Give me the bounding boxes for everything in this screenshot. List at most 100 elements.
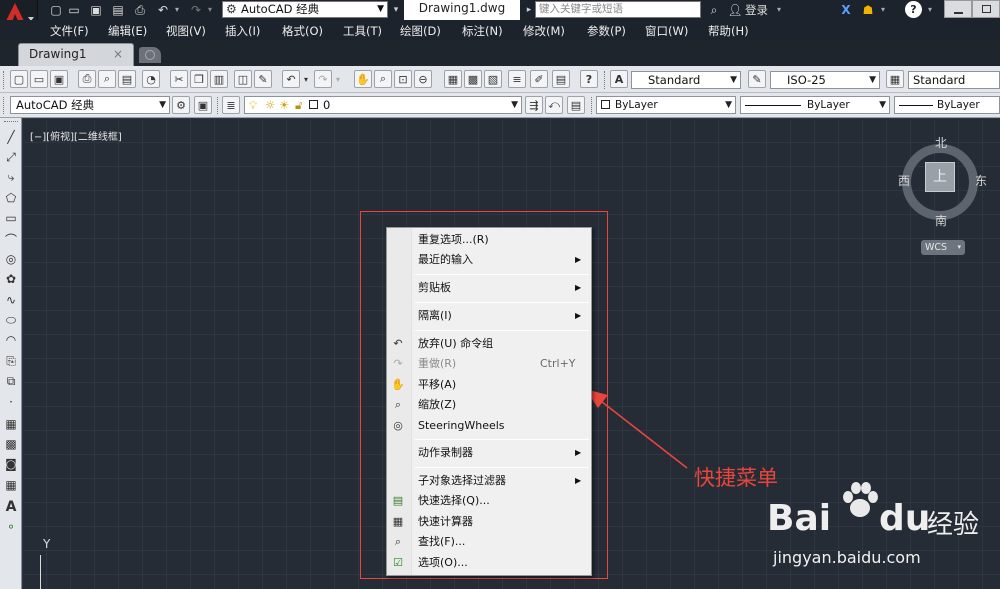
menu-help[interactable]: 帮助(H) <box>708 23 749 39</box>
table-icon[interactable]: ▦ <box>2 476 20 494</box>
arc-icon[interactable]: ⌒ <box>2 230 20 248</box>
help-icon[interactable]: ? <box>580 70 598 88</box>
quick-calc-icon[interactable]: ▤ <box>552 70 570 88</box>
menu-item-action-recorder[interactable]: 动作录制器 ▶ <box>387 443 591 463</box>
restore-button[interactable] <box>972 0 1000 18</box>
tool-palettes-icon[interactable]: ▧ <box>484 70 502 88</box>
table-style-select[interactable]: Standard <box>908 71 1000 89</box>
menu-item-zoom[interactable]: ⌕ 缩放(Z) <box>387 395 591 415</box>
pan-icon[interactable]: ✋ <box>354 70 372 88</box>
copy-icon[interactable]: ❐ <box>190 70 208 88</box>
gear-icon[interactable]: ⚙ <box>172 96 190 114</box>
color-select[interactable]: ByLayer ▼ <box>596 96 736 114</box>
menu-item-find[interactable]: ⌕ 查找(F)... <box>387 532 591 552</box>
print-icon[interactable]: ⎙ <box>132 2 148 18</box>
menu-draw[interactable]: 绘图(D) <box>400 23 441 39</box>
chevron-right-icon[interactable]: ▸ <box>524 3 534 17</box>
cut-icon[interactable]: ✂ <box>170 70 188 88</box>
save-icon[interactable]: ▣ <box>50 70 68 88</box>
chevron-down-icon[interactable]: ▾ <box>925 4 935 16</box>
text-style-select[interactable]: Standard ▼ <box>631 71 741 89</box>
design-center-icon[interactable]: ▩ <box>464 70 482 88</box>
workspace-select[interactable]: AutoCAD 经典 ▼ <box>10 96 170 114</box>
chevron-down-icon[interactable]: ▾ <box>205 4 215 16</box>
chevron-down-icon[interactable]: ▾ <box>774 4 784 16</box>
new-icon[interactable]: ▢ <box>10 70 28 88</box>
menu-view[interactable]: 视图(V) <box>166 23 206 39</box>
publish-icon[interactable]: ▤ <box>118 70 136 88</box>
gradient-icon[interactable]: ▩ <box>2 435 20 453</box>
lineweight-select[interactable]: ByLayer <box>894 96 1000 114</box>
hatch-icon[interactable]: ▦ <box>2 415 20 433</box>
paste-icon[interactable]: ▥ <box>210 70 228 88</box>
open-file-icon[interactable]: ▭ <box>66 2 82 18</box>
menu-item-clipboard[interactable]: 剪贴板 ▶ <box>387 278 591 298</box>
menu-item-steering-wheels[interactable]: ◎ SteeringWheels <box>387 416 591 436</box>
polygon-icon[interactable]: ⬠ <box>2 189 20 207</box>
layer-states-icon[interactable]: ▤ <box>567 96 585 114</box>
point-icon[interactable]: · <box>2 393 20 411</box>
workspace-settings-icon[interactable]: ▣ <box>194 96 212 114</box>
construction-line-icon[interactable]: ⤢ <box>2 148 20 166</box>
sheet-set-icon[interactable]: ≡ <box>508 70 526 88</box>
community-icon[interactable]: ☗ <box>860 2 876 18</box>
menu-parametric[interactable]: 参数(P) <box>587 23 626 39</box>
binoculars-icon[interactable]: ⌕ <box>706 2 722 18</box>
spline-icon[interactable]: ∿ <box>2 291 20 309</box>
menu-format[interactable]: 格式(O) <box>282 23 323 39</box>
properties-icon[interactable]: ▦ <box>444 70 462 88</box>
chevron-down-icon[interactable]: ▾ <box>878 4 888 16</box>
menu-item-subobject-filter[interactable]: 子对象选择过滤器 ▶ <box>387 471 591 491</box>
dim-style-select[interactable]: ISO-25 ▼ <box>770 71 880 89</box>
menu-item-repeat[interactable]: 重复选项...(R) <box>387 230 591 250</box>
multiline-text-icon[interactable]: A <box>2 498 20 516</box>
menu-item-redo[interactable]: ↷ 重做(R) Ctrl+Y <box>387 354 591 374</box>
menu-item-recent-input[interactable]: 最近的输入 ▶ <box>387 250 591 270</box>
zoom-window-icon[interactable]: ⊡ <box>394 70 412 88</box>
quick-access-dropdown-icon[interactable]: ▾ <box>390 2 402 18</box>
search-input[interactable]: 键入关键字或短语 <box>535 1 701 18</box>
zoom-previous-icon[interactable]: ⊖ <box>414 70 432 88</box>
layer-properties-icon[interactable]: ≣ <box>222 96 240 114</box>
tab-drawing1[interactable]: Drawing1 × <box>18 43 134 66</box>
polyline-icon[interactable]: ⤷ <box>2 168 20 186</box>
table-style-icon[interactable]: ▦ <box>886 70 904 88</box>
menu-item-undo[interactable]: ↶ 放弃(U) 命令组 <box>387 334 591 354</box>
3d-dwf-icon[interactable]: ◔ <box>142 70 160 88</box>
match-properties-icon[interactable]: ◫ <box>234 70 252 88</box>
menu-insert[interactable]: 插入(I) <box>225 23 260 39</box>
ellipse-arc-icon[interactable]: ◠ <box>2 331 20 349</box>
make-current-layer-icon[interactable]: ⇶ <box>525 96 543 114</box>
save-icon[interactable]: ▣ <box>88 2 104 18</box>
layer-select[interactable]: 💡︎ ☼ ☀ 🔓︎ 0 ▼ <box>244 96 522 114</box>
exchange-apps-icon[interactable]: X <box>838 2 854 18</box>
new-file-icon[interactable]: ▢ <box>48 2 64 18</box>
menu-item-isolate[interactable]: 隔离(I) ▶ <box>387 306 591 326</box>
menu-file[interactable]: 文件(F) <box>50 23 89 39</box>
add-selected-icon[interactable]: ⚬ <box>2 518 20 536</box>
chevron-down-icon[interactable]: ▾ <box>172 4 182 16</box>
undo-icon[interactable]: ↶ <box>155 2 171 18</box>
dim-style-icon[interactable]: ✎ <box>748 70 766 88</box>
redo-icon[interactable]: ↷ <box>314 70 332 88</box>
new-tab-button[interactable] <box>139 47 161 63</box>
menu-modify[interactable]: 修改(M) <box>523 23 565 39</box>
linetype-select[interactable]: ByLayer ▼ <box>740 96 890 114</box>
help-icon[interactable]: ? <box>905 1 922 18</box>
chevron-down-icon[interactable]: ▾ <box>302 75 310 85</box>
rectangle-icon[interactable]: ▭ <box>2 209 20 227</box>
insert-block-icon[interactable]: ⎘ <box>2 352 20 370</box>
close-icon[interactable]: × <box>113 44 123 64</box>
menu-item-quick-calc[interactable]: ▦ 快速计算器 <box>387 512 591 532</box>
login-button[interactable]: 登录 <box>745 2 768 18</box>
user-icon[interactable]: 👤︎ <box>727 2 742 18</box>
menu-dimension[interactable]: 标注(N) <box>462 23 503 39</box>
layer-previous-icon[interactable]: ⤺ <box>545 96 563 114</box>
menu-item-quick-select[interactable]: ▤ 快速选择(Q)... <box>387 491 591 511</box>
menu-window[interactable]: 窗口(W) <box>645 23 688 39</box>
workspace-selector[interactable]: ⚙ AutoCAD 经典 ▼ <box>222 1 388 18</box>
save-as-icon[interactable]: ▤ <box>110 2 126 18</box>
line-icon[interactable]: ╱ <box>2 128 20 146</box>
markup-icon[interactable]: ✐ <box>530 70 548 88</box>
ellipse-icon[interactable]: ⬭ <box>2 311 20 329</box>
